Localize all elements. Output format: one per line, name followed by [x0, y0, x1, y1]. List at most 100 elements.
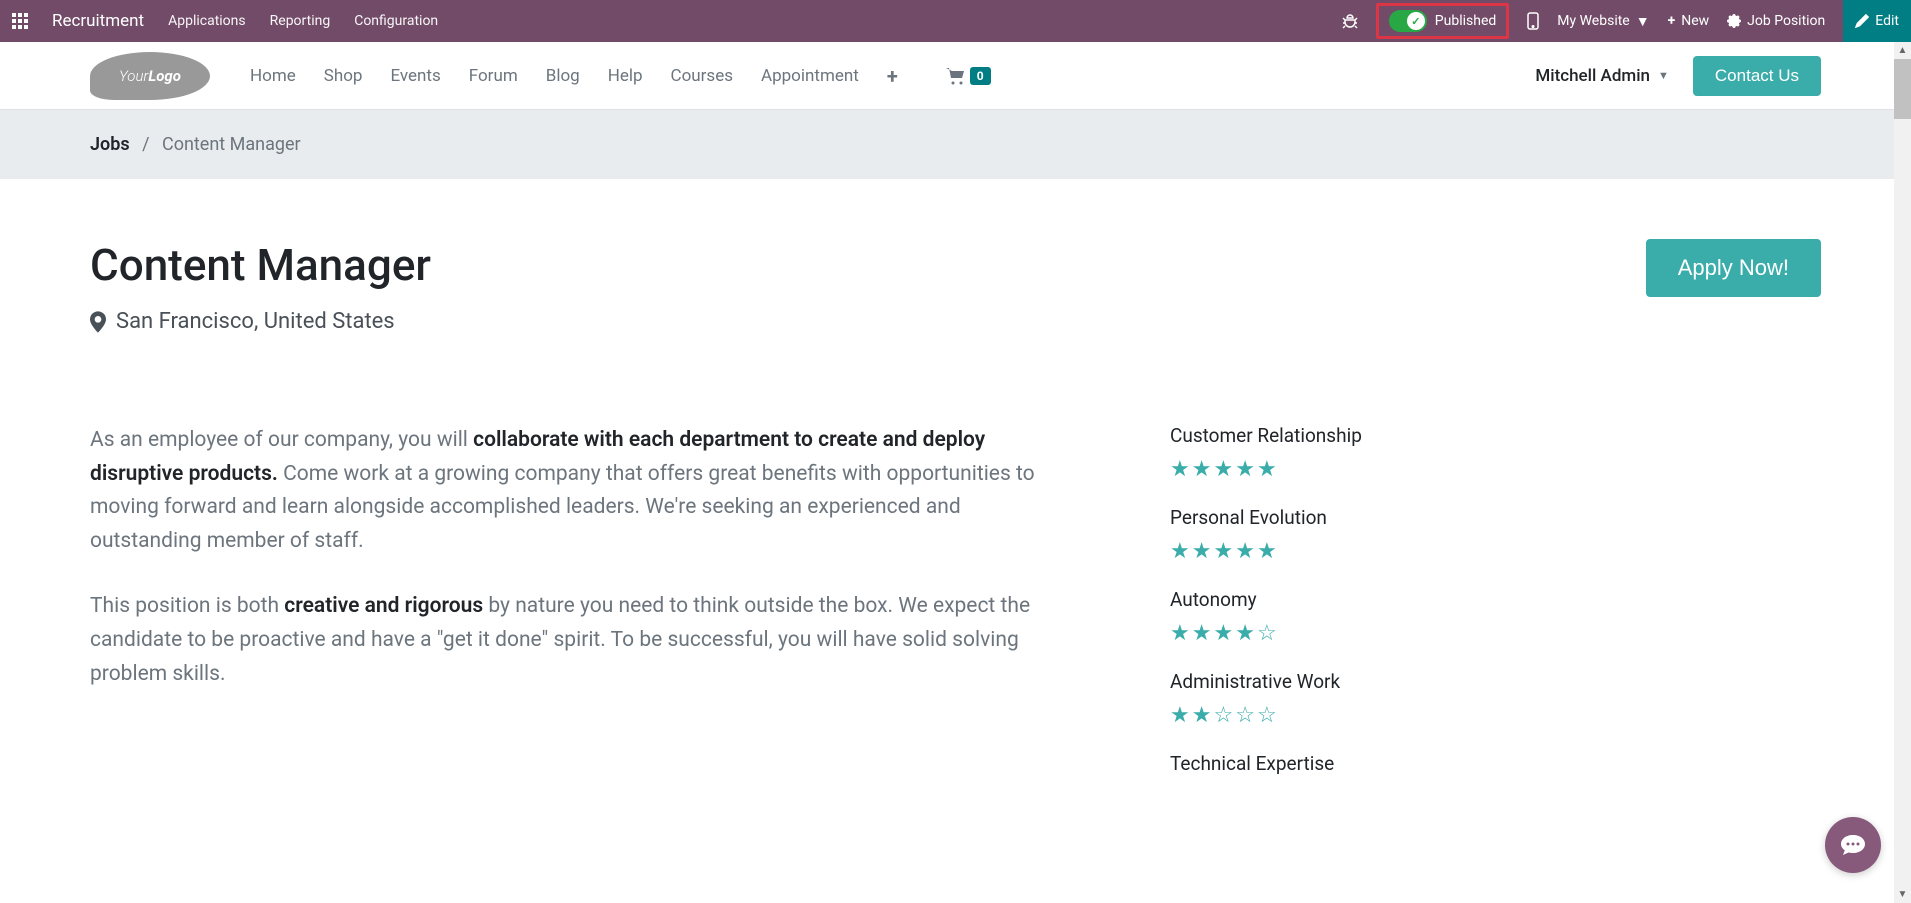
user-dropdown[interactable]: Mitchell Admin ▼ — [1535, 66, 1669, 86]
plus-icon: + — [1668, 13, 1676, 29]
nav-configuration[interactable]: Configuration — [354, 13, 438, 29]
topbar-left: Recruitment Applications Reporting Confi… — [12, 11, 438, 31]
breadcrumb-separator: / — [142, 134, 149, 155]
nav-forum[interactable]: Forum — [469, 66, 518, 86]
caret-down-icon: ▼ — [1636, 13, 1650, 30]
job-position-label: Job Position — [1747, 13, 1825, 29]
star-rating: ★★★★☆ — [1170, 621, 1450, 646]
topbar-right: ✓ Published My Website ▼ + New Job Posit… — [1342, 0, 1899, 42]
rating-item: Personal Evolution★★★★★ — [1170, 506, 1450, 564]
cart-badge: 0 — [970, 67, 991, 85]
nav-blog[interactable]: Blog — [546, 66, 580, 86]
star-filled-icon: ★ — [1170, 621, 1190, 646]
user-name: Mitchell Admin — [1535, 66, 1650, 86]
content: Content Manager Apply Now! San Francisco… — [0, 179, 1911, 839]
cart-button[interactable]: 0 — [946, 67, 991, 85]
publish-toggle[interactable]: ✓ Published — [1389, 10, 1496, 32]
edit-label: Edit — [1875, 13, 1899, 29]
star-filled-icon: ★ — [1192, 457, 1212, 482]
star-filled-icon: ★ — [1213, 457, 1233, 482]
bug-icon[interactable] — [1342, 13, 1358, 29]
location: San Francisco, United States — [90, 309, 1821, 334]
star-empty-icon: ☆ — [1257, 621, 1277, 646]
star-filled-icon: ★ — [1170, 539, 1190, 564]
body-section: As an employee of our company, you will … — [90, 424, 1821, 799]
scrollbar-thumb[interactable] — [1894, 59, 1911, 119]
my-website-dropdown[interactable]: My Website ▼ — [1557, 13, 1649, 30]
star-filled-icon: ★ — [1213, 539, 1233, 564]
nav-reporting[interactable]: Reporting — [270, 13, 331, 29]
apps-icon[interactable] — [12, 13, 28, 29]
publish-highlight: ✓ Published — [1376, 3, 1509, 39]
star-filled-icon: ★ — [1235, 621, 1255, 646]
job-position-button[interactable]: Job Position — [1727, 13, 1825, 29]
star-filled-icon: ★ — [1192, 539, 1212, 564]
star-filled-icon: ★ — [1192, 703, 1212, 728]
scroll-up-icon[interactable]: ▲ — [1894, 42, 1911, 59]
new-label: New — [1681, 13, 1709, 29]
star-filled-icon: ★ — [1235, 457, 1255, 482]
breadcrumb-root[interactable]: Jobs — [90, 134, 130, 155]
my-website-label: My Website — [1557, 13, 1629, 29]
caret-down-icon: ▼ — [1658, 69, 1669, 82]
star-rating: ★★★★★ — [1170, 539, 1450, 564]
rating-item: Administrative Work★★☆☆☆ — [1170, 670, 1450, 728]
star-filled-icon: ★ — [1213, 621, 1233, 646]
title-row: Content Manager Apply Now! — [90, 239, 1821, 297]
contact-button[interactable]: Contact Us — [1693, 56, 1821, 96]
published-label: Published — [1435, 13, 1496, 29]
nav-links: Home Shop Events Forum Blog Help Courses… — [250, 64, 898, 88]
apply-button[interactable]: Apply Now! — [1646, 239, 1821, 297]
star-filled-icon: ★ — [1192, 621, 1212, 646]
rating-item: Autonomy★★★★☆ — [1170, 588, 1450, 646]
star-filled-icon: ★ — [1257, 457, 1277, 482]
paragraph-2: This position is both creative and rigor… — [90, 590, 1050, 691]
star-empty-icon: ☆ — [1235, 703, 1255, 728]
rating-item: Technical Expertise — [1170, 752, 1450, 775]
paragraph-1: As an employee of our company, you will … — [90, 424, 1050, 558]
star-filled-icon: ★ — [1170, 457, 1190, 482]
nav-right: Mitchell Admin ▼ Contact Us — [1535, 56, 1821, 96]
star-rating: ★★☆☆☆ — [1170, 703, 1450, 728]
location-text: San Francisco, United States — [116, 309, 395, 334]
star-empty-icon: ☆ — [1257, 703, 1277, 728]
breadcrumb-current: Content Manager — [162, 134, 301, 155]
job-title: Content Manager — [90, 239, 431, 291]
nav-home[interactable]: Home — [250, 66, 296, 86]
chat-icon — [1839, 833, 1867, 857]
nav-help[interactable]: Help — [608, 66, 643, 86]
pencil-icon — [1855, 14, 1869, 28]
app-title[interactable]: Recruitment — [52, 11, 144, 31]
nav-courses[interactable]: Courses — [671, 66, 733, 86]
topbar: Recruitment Applications Reporting Confi… — [0, 0, 1911, 42]
rating-label: Autonomy — [1170, 588, 1450, 611]
toggle-switch[interactable]: ✓ — [1389, 10, 1427, 32]
rating-label: Personal Evolution — [1170, 506, 1450, 529]
chat-bubble[interactable] — [1825, 817, 1881, 873]
body-text: As an employee of our company, you will … — [90, 424, 1050, 799]
star-rating: ★★★★★ — [1170, 457, 1450, 482]
gear-icon — [1727, 14, 1741, 28]
edit-button[interactable]: Edit — [1843, 0, 1911, 42]
star-empty-icon: ☆ — [1213, 703, 1233, 728]
add-nav-icon[interactable]: + — [887, 64, 898, 88]
rating-label: Administrative Work — [1170, 670, 1450, 693]
rating-label: Technical Expertise — [1170, 752, 1450, 775]
nav-applications[interactable]: Applications — [168, 13, 246, 29]
nav-appointment[interactable]: Appointment — [761, 66, 859, 86]
nav-shop[interactable]: Shop — [324, 66, 363, 86]
check-icon: ✓ — [1407, 12, 1425, 30]
nav-events[interactable]: Events — [390, 66, 440, 86]
scrollbar[interactable]: ▲ ▼ — [1894, 42, 1911, 903]
star-filled-icon: ★ — [1235, 539, 1255, 564]
scroll-down-icon[interactable]: ▼ — [1894, 886, 1911, 903]
new-button[interactable]: + New — [1668, 13, 1710, 29]
main-nav: YourLogo Home Shop Events Forum Blog Hel… — [0, 42, 1911, 110]
star-filled-icon: ★ — [1257, 539, 1277, 564]
star-filled-icon: ★ — [1170, 703, 1190, 728]
logo[interactable]: YourLogo — [90, 52, 210, 100]
mobile-icon[interactable] — [1527, 12, 1539, 30]
rating-label: Customer Relationship — [1170, 424, 1450, 447]
rating-item: Customer Relationship★★★★★ — [1170, 424, 1450, 482]
ratings-panel: Customer Relationship★★★★★Personal Evolu… — [1170, 424, 1450, 799]
